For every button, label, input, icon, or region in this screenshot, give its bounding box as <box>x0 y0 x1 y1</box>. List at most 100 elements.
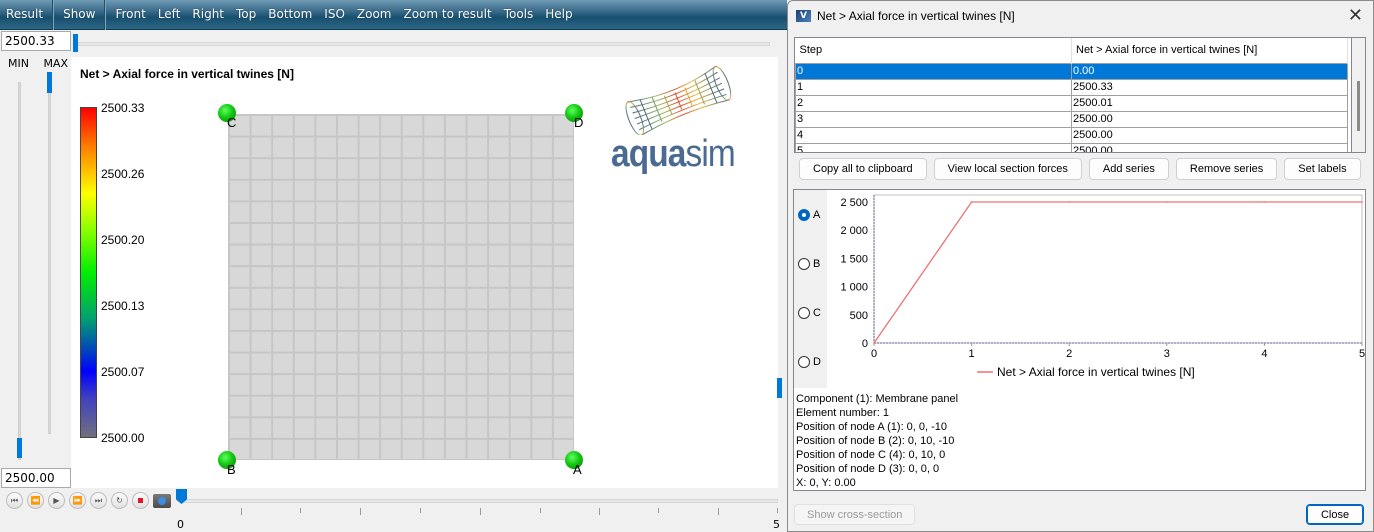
data-point <box>1068 201 1070 203</box>
menu-left[interactable]: Left <box>152 0 187 30</box>
info-line: X: 0, Y: 0.00 <box>796 477 856 489</box>
logo-text: aquasim <box>611 133 736 176</box>
range-slider-thumb[interactable] <box>73 34 78 52</box>
max-value-input[interactable] <box>1 31 71 51</box>
record-icon <box>138 498 143 503</box>
table-scrollbar-thumb[interactable] <box>1357 81 1360 131</box>
radio-label: D <box>813 356 821 368</box>
min-max-labels: MIN MAX <box>8 57 68 70</box>
node-d-label: D <box>574 115 584 130</box>
skip-to-start-button[interactable]: ⏮ <box>6 492 23 509</box>
data-point <box>873 342 875 344</box>
menu-result[interactable]: Result <box>0 0 49 30</box>
result-dialog: V Net > Axial force in vertical twines [… <box>787 0 1374 532</box>
rewind-icon: ⏪ <box>30 496 41 505</box>
table-row[interactable]: 3 2500.00 <box>795 110 1348 128</box>
menu-right[interactable]: Right <box>186 0 230 30</box>
radio-node-a[interactable]: A <box>798 209 820 221</box>
y-tick-label: 500 <box>850 310 868 322</box>
cell-step: 1 <box>795 78 1072 96</box>
table-row[interactable]: 0 0.00 <box>795 62 1348 80</box>
legend-label: 2500.20 <box>101 233 145 247</box>
step-forward-button[interactable]: ⏩ <box>69 492 86 509</box>
menu-top[interactable]: Top <box>230 0 262 30</box>
timeline-tick <box>718 508 719 515</box>
radio-unchecked-icon <box>798 307 810 319</box>
app-icon: V <box>796 10 811 22</box>
line-chart: 0 500 1 000 1 500 2 000 2 500 0 1 2 3 4 5 Net > Axia… <box>840 194 1365 379</box>
timeline-tick <box>360 508 361 515</box>
cell-value: 2500.33 <box>1071 78 1348 96</box>
timeline-tick <box>420 508 421 513</box>
min-label: MIN <box>8 57 29 70</box>
table-row[interactable]: 5 2500.00 <box>795 142 1348 152</box>
radio-node-b[interactable]: B <box>798 258 820 270</box>
copy-all-button[interactable]: Copy all to clipboard <box>799 158 927 180</box>
radio-label: A <box>813 209 821 221</box>
radio-unchecked-icon <box>798 356 810 368</box>
menu-zoom-to-result[interactable]: Zoom to result <box>397 0 497 30</box>
viewport-scrollbar-thumb[interactable] <box>777 378 782 398</box>
table-row[interactable]: 4 2500.00 <box>795 126 1348 144</box>
menu-separator <box>52 0 55 30</box>
table-row[interactable]: 1 2500.33 <box>795 78 1348 96</box>
close-button[interactable]: Close <box>1306 504 1364 525</box>
loop-button[interactable]: ↻ <box>111 492 128 509</box>
set-labels-button[interactable]: Set labels <box>1284 158 1361 180</box>
menubar: Result Show Front Left Right Top Bottom … <box>0 0 787 30</box>
menu-iso[interactable]: ISO <box>318 0 351 30</box>
menu-show[interactable]: Show <box>57 0 101 30</box>
legend-label: 2500.07 <box>101 365 145 379</box>
camera-icon[interactable] <box>153 493 171 508</box>
legend-label: 2500.13 <box>101 299 145 313</box>
table-scrollbar[interactable] <box>1352 37 1366 153</box>
show-cross-section-button[interactable]: Show cross-section <box>794 504 916 525</box>
logo-tube-icon <box>625 65 732 136</box>
net-mesh-panel[interactable] <box>228 114 574 460</box>
menu-zoom[interactable]: Zoom <box>351 0 398 30</box>
menu-bottom[interactable]: Bottom <box>262 0 318 30</box>
table-row[interactable]: 2 2500.01 <box>795 94 1348 112</box>
skip-to-end-button[interactable]: ⏭ <box>90 492 107 509</box>
column-header-step[interactable]: Step <box>795 38 1072 63</box>
min-value-input[interactable] <box>1 468 71 488</box>
radio-unchecked-icon <box>798 258 810 270</box>
data-point <box>1361 201 1363 203</box>
add-series-button[interactable]: Add series <box>1088 158 1169 180</box>
results-table: Step Net > Axial force in vertical twine… <box>794 37 1352 153</box>
timeline-tick <box>480 508 481 515</box>
max-slider-track[interactable] <box>48 72 51 434</box>
skip-end-icon: ⏭ <box>94 495 103 505</box>
record-button[interactable] <box>132 492 149 509</box>
menu-separator <box>104 0 107 30</box>
cell-step: 2 <box>795 94 1072 112</box>
step-back-button[interactable]: ⏪ <box>27 492 44 509</box>
fast-forward-icon: ⏩ <box>72 496 83 505</box>
radio-node-c[interactable]: C <box>798 307 821 319</box>
play-button[interactable]: ▶ <box>48 492 65 509</box>
view-local-section-forces-button[interactable]: View local section forces <box>933 158 1082 180</box>
max-slider-thumb[interactable] <box>47 72 52 93</box>
data-point <box>1166 201 1168 203</box>
close-icon[interactable]: ✕ <box>1348 5 1363 26</box>
info-line: Element number: 1 <box>796 407 889 419</box>
remove-series-button[interactable]: Remove series <box>1175 158 1278 180</box>
radio-node-d[interactable]: D <box>798 356 821 368</box>
min-slider-thumb[interactable] <box>17 438 22 458</box>
menu-tools[interactable]: Tools <box>498 0 540 30</box>
viewport-title: Net > Axial force in vertical twines [N] <box>80 67 294 81</box>
column-header-value[interactable]: Net > Axial force in vertical twines [N] <box>1071 38 1348 63</box>
legend-label: 2500.00 <box>101 431 145 445</box>
range-slider-track[interactable] <box>78 42 770 46</box>
timeline-track[interactable] <box>181 499 778 503</box>
node-c-label: C <box>227 115 237 130</box>
x-tick-label: 5 <box>1359 348 1365 360</box>
info-line: Position of node A (1): 0, 0, -10 <box>796 421 948 433</box>
y-tick-label: 1 000 <box>840 282 868 294</box>
timeline-tick <box>540 508 541 513</box>
color-legend-bar <box>80 107 97 438</box>
menu-help[interactable]: Help <box>539 0 578 30</box>
min-slider-track[interactable] <box>18 82 21 460</box>
3d-viewport[interactable]: Net > Axial force in vertical twines [N]… <box>71 57 778 488</box>
menu-front[interactable]: Front <box>109 0 151 30</box>
